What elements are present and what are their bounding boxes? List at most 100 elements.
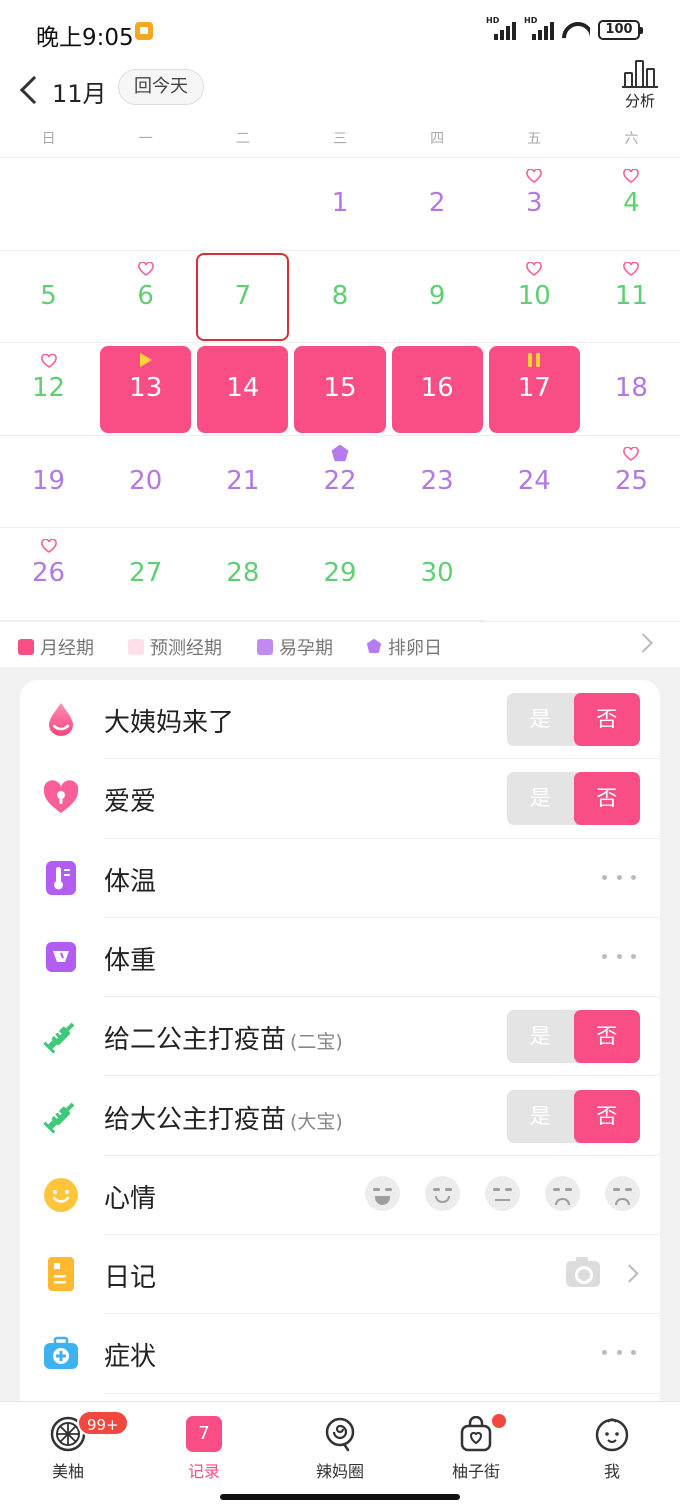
- record-weight-row[interactable]: 体重: [20, 918, 660, 998]
- calendar-day-2[interactable]: 2: [389, 158, 486, 251]
- calendar-day-18[interactable]: 18: [583, 343, 680, 436]
- legend-fertile-label: 易孕期: [279, 638, 333, 659]
- more-icon[interactable]: [602, 953, 636, 960]
- nav-record[interactable]: 7 记录: [136, 1402, 272, 1484]
- calendar-day-17[interactable]: 17: [486, 343, 583, 436]
- analyze-button[interactable]: 分析: [620, 58, 660, 118]
- status-time: 晚上9:05: [36, 25, 134, 51]
- mood-laugh-icon[interactable]: [365, 1175, 400, 1211]
- camera-icon[interactable]: [566, 1257, 600, 1288]
- day-number: 17: [517, 373, 551, 404]
- period-yes-option[interactable]: 是: [507, 693, 574, 746]
- vaccine1-yes-option[interactable]: 是: [507, 1090, 574, 1143]
- chevron-right-icon[interactable]: [633, 633, 653, 653]
- drop-icon: [49, 703, 73, 736]
- notification-icon: [135, 22, 153, 40]
- calendar-day-21[interactable]: 21: [194, 436, 291, 529]
- day-number: 22: [323, 465, 357, 496]
- calendar-day-10[interactable]: 10: [486, 251, 583, 344]
- legend-predicted-swatch: [128, 639, 144, 655]
- divider: [104, 1392, 660, 1394]
- day-number: 11: [614, 280, 648, 311]
- day-number: 19: [32, 465, 66, 496]
- day-number: 25: [614, 465, 648, 496]
- calendar-legend: 月经期 预测经期 易孕期 排卵日: [0, 621, 680, 667]
- vaccine2-yes-option[interactable]: 是: [507, 1010, 574, 1063]
- calendar-day-25[interactable]: 25: [583, 436, 680, 529]
- syringe-icon: [43, 1022, 75, 1054]
- back-to-today-button[interactable]: 回今天: [118, 69, 204, 105]
- notebook-icon: [48, 1257, 74, 1292]
- calendar-day-16[interactable]: 16: [389, 343, 486, 436]
- legend-fertile: 易孕期: [257, 634, 333, 660]
- more-icon[interactable]: [602, 874, 636, 881]
- nav-me[interactable]: 我: [544, 1402, 680, 1484]
- flower-icon: [367, 639, 381, 653]
- signal-icon-2: HD: [524, 16, 554, 40]
- record-love-label: 爱爱: [104, 787, 157, 818]
- status-bar: 晚上9:05 HD HD 100: [0, 0, 680, 62]
- love-yes-option[interactable]: 是: [507, 772, 574, 825]
- calendar-day-20[interactable]: 20: [97, 436, 194, 529]
- calendar-day-7[interactable]: 7: [194, 251, 291, 344]
- day-number: 7: [234, 280, 252, 311]
- day-number: 13: [129, 373, 163, 404]
- legend-period-swatch: [18, 639, 34, 655]
- calendar-week-row: 19 20 21 22 23 24 25: [0, 436, 680, 529]
- calendar-day-15[interactable]: 15: [291, 343, 388, 436]
- record-vaccine2-label: 给二公主打疫苗 (二宝): [104, 1019, 343, 1056]
- vaccine1-no-option[interactable]: 否: [573, 1089, 640, 1143]
- calendar-day-13[interactable]: 13: [97, 343, 194, 436]
- nav-meiyou[interactable]: 99+ 美柚: [0, 1402, 136, 1484]
- chevron-right-icon[interactable]: [620, 1264, 639, 1283]
- calendar-day-8[interactable]: 8: [291, 251, 388, 344]
- record-temperature-row[interactable]: 体温: [20, 839, 660, 918]
- calendar-day-9[interactable]: 9: [389, 251, 486, 344]
- day-number: 10: [517, 280, 551, 311]
- back-icon[interactable]: [16, 74, 44, 106]
- nav-lamaquan-label: 辣妈圈: [315, 1462, 364, 1481]
- calendar-day-30[interactable]: 30: [389, 528, 486, 621]
- baby-face-icon: [595, 1418, 629, 1452]
- calendar-day-12[interactable]: 12: [0, 343, 97, 436]
- record-period-label: 大姨妈来了: [104, 708, 235, 738]
- day-number: 20: [129, 465, 163, 496]
- calendar-day-22[interactable]: 22: [291, 436, 388, 529]
- period-no-option[interactable]: 否: [573, 693, 640, 746]
- calendar-day-1[interactable]: 1: [291, 158, 388, 251]
- month-title[interactable]: 11月: [52, 74, 107, 109]
- mood-angry-icon[interactable]: [545, 1175, 580, 1211]
- analyze-label: 分析: [624, 92, 655, 110]
- vaccine2-yes-no-toggle[interactable]: 是 否: [507, 1010, 640, 1064]
- mood-smile-icon[interactable]: [425, 1175, 460, 1211]
- record-diary-row[interactable]: 日记: [20, 1235, 660, 1315]
- lollipop-icon: [325, 1417, 355, 1452]
- nav-youzijie[interactable]: 柚子街: [408, 1402, 544, 1484]
- heart-icon: [623, 446, 640, 461]
- calendar-day-29[interactable]: 29: [291, 528, 388, 621]
- calendar-day-6[interactable]: 6: [97, 251, 194, 344]
- period-yes-no-toggle[interactable]: 是 否: [507, 693, 640, 746]
- calendar-day-5[interactable]: 5: [0, 251, 97, 344]
- love-no-option[interactable]: 否: [573, 772, 640, 826]
- mood-crying-icon[interactable]: [605, 1175, 640, 1211]
- day-number: 18: [614, 373, 648, 404]
- calendar-day-4[interactable]: 4: [583, 158, 680, 251]
- calendar-day-24[interactable]: 24: [486, 436, 583, 529]
- calendar-day-23[interactable]: 23: [389, 436, 486, 529]
- vaccine2-no-option[interactable]: 否: [573, 1010, 640, 1064]
- more-icon[interactable]: [602, 1350, 636, 1356]
- nav-lamaquan[interactable]: 辣妈圈: [272, 1402, 408, 1484]
- home-indicator: [0, 1483, 680, 1511]
- calendar-day-26[interactable]: 26: [0, 528, 97, 621]
- calendar-day-3[interactable]: 3: [486, 158, 583, 251]
- calendar-day-27[interactable]: 27: [97, 528, 194, 621]
- mood-unamused-icon[interactable]: [485, 1175, 520, 1211]
- calendar-day-11[interactable]: 11: [583, 251, 680, 344]
- calendar-day-19[interactable]: 19: [0, 436, 97, 529]
- calendar-day-14[interactable]: 14: [194, 343, 291, 436]
- vaccine1-yes-no-toggle[interactable]: 是 否: [507, 1089, 640, 1143]
- love-yes-no-toggle[interactable]: 是 否: [507, 772, 640, 826]
- record-symptoms-row[interactable]: 症状: [20, 1314, 660, 1394]
- calendar-day-28[interactable]: 28: [194, 528, 291, 621]
